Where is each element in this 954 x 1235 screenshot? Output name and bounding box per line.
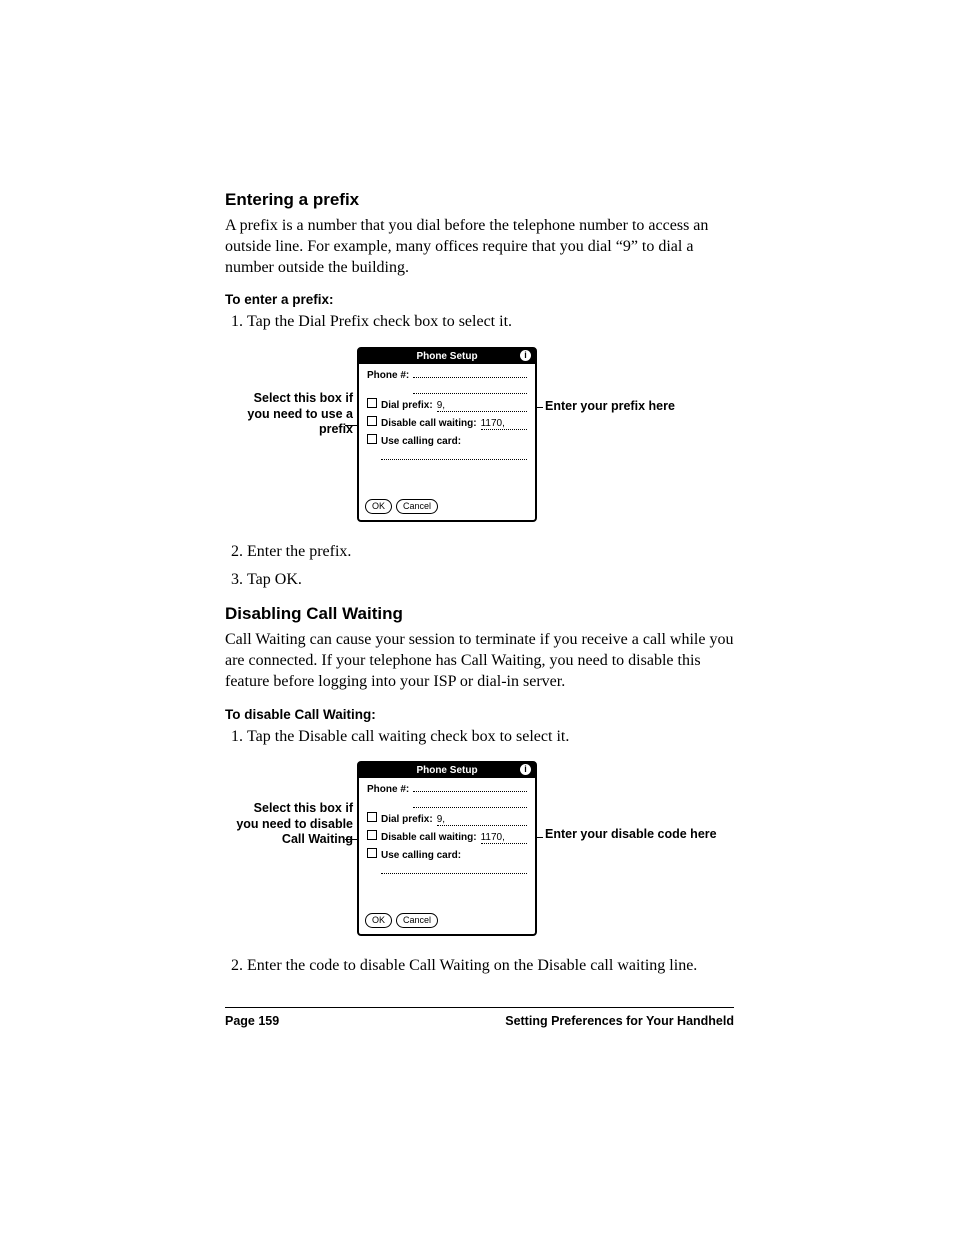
figure-disable-cw: Select this box if you need to disable C… bbox=[245, 761, 753, 941]
step-2: Enter the prefix. bbox=[247, 541, 734, 563]
callout-enter-disable-code: Enter your disable code here bbox=[545, 827, 725, 843]
disable-call-waiting-field[interactable]: 1170, bbox=[481, 418, 527, 430]
use-calling-card-checkbox[interactable] bbox=[367, 848, 377, 858]
dialog-title: Phone Setup bbox=[416, 765, 477, 776]
step-1: Tap the Disable call waiting check box t… bbox=[247, 726, 734, 748]
step-3: Tap OK. bbox=[247, 569, 734, 591]
steps-enter-prefix-bottom: Enter the prefix. Tap OK. bbox=[225, 541, 734, 590]
steps-disable-cw-bottom: Enter the code to disable Call Waiting o… bbox=[225, 955, 734, 977]
dialog-title-bar: Phone Setup i bbox=[359, 349, 535, 364]
calling-card-field[interactable] bbox=[381, 865, 527, 874]
dial-prefix-checkbox[interactable] bbox=[367, 812, 377, 822]
use-calling-card-label: Use calling card: bbox=[381, 436, 461, 447]
page-number: Page 159 bbox=[225, 1014, 279, 1028]
disable-call-waiting-checkbox[interactable] bbox=[367, 830, 377, 840]
ok-button[interactable]: OK bbox=[365, 913, 392, 928]
phone-number-field-2[interactable] bbox=[413, 799, 527, 808]
figure-enter-prefix: Select this box if you need to use a pre… bbox=[245, 347, 753, 527]
info-icon[interactable]: i bbox=[520, 764, 531, 775]
step-2: Enter the code to disable Call Waiting o… bbox=[247, 955, 734, 977]
dial-prefix-field[interactable]: 9, bbox=[437, 400, 527, 412]
phone-number-label: Phone #: bbox=[367, 784, 409, 795]
phone-number-field-2[interactable] bbox=[413, 385, 527, 394]
disable-call-waiting-checkbox[interactable] bbox=[367, 416, 377, 426]
dialog-title: Phone Setup bbox=[416, 351, 477, 362]
phone-number-field[interactable] bbox=[413, 377, 527, 378]
disable-call-waiting-label: Disable call waiting: bbox=[381, 832, 477, 843]
disable-call-waiting-field[interactable]: 1170, bbox=[481, 832, 527, 844]
info-icon[interactable]: i bbox=[520, 350, 531, 361]
subhead-enter-prefix: To enter a prefix: bbox=[225, 292, 734, 307]
heading-entering-prefix: Entering a prefix bbox=[225, 190, 734, 210]
heading-disable-cw: Disabling Call Waiting bbox=[225, 604, 734, 624]
phone-number-field[interactable] bbox=[413, 791, 527, 792]
phone-number-label: Phone #: bbox=[367, 370, 409, 381]
callout-enter-prefix: Enter your prefix here bbox=[545, 399, 725, 415]
steps-disable-cw-top: Tap the Disable call waiting check box t… bbox=[225, 726, 734, 748]
cancel-button[interactable]: Cancel bbox=[396, 499, 438, 514]
dial-prefix-field[interactable]: 9, bbox=[437, 814, 527, 826]
subhead-disable-cw: To disable Call Waiting: bbox=[225, 707, 734, 722]
disable-call-waiting-label: Disable call waiting: bbox=[381, 418, 477, 429]
steps-enter-prefix-top: Tap the Dial Prefix check box to select … bbox=[225, 311, 734, 333]
paragraph-cw-intro: Call Waiting can cause your session to t… bbox=[225, 630, 734, 692]
dialog-title-bar: Phone Setup i bbox=[359, 763, 535, 778]
dial-prefix-label: Dial prefix: bbox=[381, 814, 433, 825]
cancel-button[interactable]: Cancel bbox=[396, 913, 438, 928]
calling-card-field[interactable] bbox=[381, 451, 527, 460]
step-1: Tap the Dial Prefix check box to select … bbox=[247, 311, 734, 333]
use-calling-card-label: Use calling card: bbox=[381, 850, 461, 861]
phone-setup-dialog-2: Phone Setup i Phone #: Dial prefix: 9, D… bbox=[357, 761, 537, 936]
page-footer: Page 159 Setting Preferences for Your Ha… bbox=[225, 1007, 734, 1028]
chapter-title: Setting Preferences for Your Handheld bbox=[505, 1014, 734, 1028]
dial-prefix-label: Dial prefix: bbox=[381, 400, 433, 411]
phone-setup-dialog: Phone Setup i Phone #: Dial prefix: 9, D… bbox=[357, 347, 537, 522]
paragraph-prefix-intro: A prefix is a number that you dial befor… bbox=[225, 216, 734, 278]
callout-select-prefix-box: Select this box if you need to use a pre… bbox=[233, 391, 353, 438]
dial-prefix-checkbox[interactable] bbox=[367, 398, 377, 408]
ok-button[interactable]: OK bbox=[365, 499, 392, 514]
callout-select-cw-box: Select this box if you need to disable C… bbox=[233, 801, 353, 848]
use-calling-card-checkbox[interactable] bbox=[367, 434, 377, 444]
